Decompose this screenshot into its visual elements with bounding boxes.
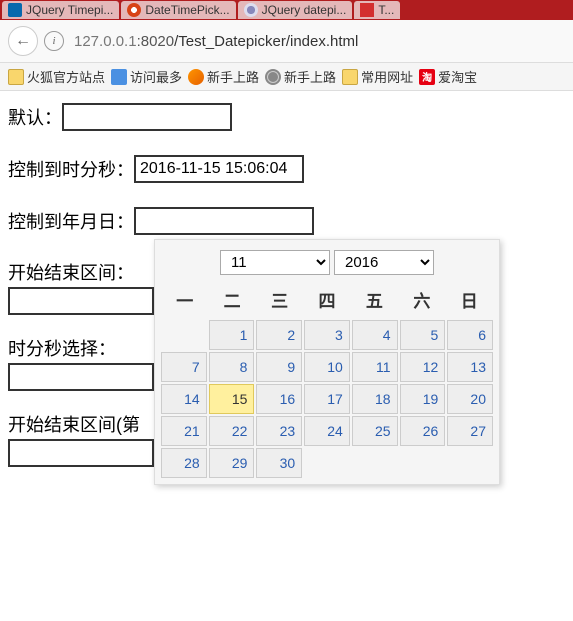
bookmark-icon: 淘 (419, 69, 435, 85)
day-cell[interactable]: 3 (304, 320, 350, 350)
url-bar[interactable]: 127.0.0.1:8020/Test_Datepicker/index.htm… (70, 29, 565, 54)
bookmark-label: 访问最多 (130, 67, 182, 86)
day-cell[interactable]: 2 (256, 320, 302, 350)
bookmark-item[interactable]: 新手上路 (188, 67, 259, 86)
hms-input[interactable] (134, 155, 304, 183)
day-cell[interactable]: 17 (304, 384, 350, 414)
browser-tabs: JQuery Timepi... DateTimePick... JQuery da… (0, 0, 573, 20)
day-cell[interactable]: 27 (447, 416, 493, 446)
tab-favicon-icon (244, 3, 258, 17)
tab-label: DateTimePick... (145, 3, 229, 17)
browser-tab[interactable]: T... (354, 1, 400, 19)
day-cell[interactable]: 15 (209, 384, 255, 414)
weekday-cell: 五 (351, 287, 398, 312)
day-cell-empty (304, 448, 350, 478)
day-cell[interactable]: 23 (256, 416, 302, 446)
tab-label: T... (378, 3, 394, 17)
bookmark-icon (111, 69, 127, 85)
bookmark-label: 常用网址 (361, 67, 413, 86)
tab-label: JQuery datepi... (262, 3, 347, 17)
datepicker-header: 11 2016 (161, 246, 493, 283)
day-cell[interactable]: 6 (447, 320, 493, 350)
day-cell[interactable]: 7 (161, 352, 207, 382)
day-cell[interactable]: 11 (352, 352, 398, 382)
bookmark-label: 新手上路 (284, 67, 336, 86)
day-cell[interactable]: 25 (352, 416, 398, 446)
day-cell[interactable]: 12 (400, 352, 446, 382)
bookmark-label: 火狐官方站点 (27, 67, 105, 86)
hms-label: 控制到时分秒： (8, 156, 134, 182)
bookmark-item[interactable]: 常用网址 (342, 67, 413, 86)
day-cell[interactable]: 29 (209, 448, 255, 478)
weekday-cell: 二 (208, 287, 255, 312)
url-path: /Test_Datepicker/index.html (174, 33, 358, 50)
tab-favicon-icon (127, 3, 141, 17)
weekday-row: 一二三四五六日 (161, 283, 493, 320)
day-cell-empty (352, 448, 398, 478)
day-cell[interactable]: 30 (256, 448, 302, 478)
default-input[interactable] (62, 103, 232, 131)
bookmark-item[interactable]: 新手上路 (265, 67, 336, 86)
hms-select-input[interactable] (8, 363, 154, 391)
bookmark-icon (8, 69, 24, 85)
browser-tab[interactable]: JQuery Timepi... (2, 1, 119, 19)
ymd-input[interactable] (134, 207, 314, 235)
url-port: :8020 (137, 33, 175, 50)
bookmark-label: 新手上路 (207, 67, 259, 86)
range2-input[interactable] (8, 439, 154, 467)
browser-tab[interactable]: DateTimePick... (121, 1, 235, 19)
site-info-icon[interactable]: i (44, 31, 64, 51)
bookmark-item[interactable]: 火狐官方站点 (8, 67, 105, 86)
year-select[interactable]: 2016 (334, 250, 434, 275)
day-cell[interactable]: 5 (400, 320, 446, 350)
day-cell-empty (400, 448, 446, 478)
day-cell[interactable]: 10 (304, 352, 350, 382)
weekday-cell: 四 (303, 287, 350, 312)
url-host: 127.0.0.1 (74, 33, 137, 50)
day-cell[interactable]: 20 (447, 384, 493, 414)
bookmarks-bar: 火狐官方站点 访问最多 新手上路 新手上路 常用网址淘爱淘宝 (0, 63, 573, 91)
nav-bar: ← i 127.0.0.1:8020/Test_Datepicker/index… (0, 20, 573, 63)
bookmark-label: 爱淘宝 (438, 67, 477, 86)
bookmark-item[interactable]: 淘爱淘宝 (419, 67, 477, 86)
bookmark-item[interactable]: 访问最多 (111, 67, 182, 86)
day-cell[interactable]: 26 (400, 416, 446, 446)
ymd-label: 控制到年月日： (8, 208, 134, 234)
tab-label: JQuery Timepi... (26, 3, 113, 17)
day-cell[interactable]: 8 (209, 352, 255, 382)
day-grid: 1234567891011121314151617181920212223242… (161, 320, 493, 478)
day-cell[interactable]: 24 (304, 416, 350, 446)
browser-tab[interactable]: JQuery datepi... (238, 1, 353, 19)
day-cell[interactable]: 21 (161, 416, 207, 446)
page-content: 默认： 控制到时分秒： 控制到年月日： 开始结束区间： 时分秒选择： 开始结束区… (0, 91, 573, 499)
day-cell[interactable]: 22 (209, 416, 255, 446)
tab-favicon-icon (360, 3, 374, 17)
day-cell[interactable]: 18 (352, 384, 398, 414)
day-cell[interactable]: 13 (447, 352, 493, 382)
day-cell[interactable]: 9 (256, 352, 302, 382)
day-cell[interactable]: 14 (161, 384, 207, 414)
day-cell-empty (447, 448, 493, 478)
day-cell[interactable]: 4 (352, 320, 398, 350)
range1-input[interactable] (8, 287, 154, 315)
day-cell[interactable]: 19 (400, 384, 446, 414)
tab-favicon-icon (8, 3, 22, 17)
default-label: 默认： (8, 104, 62, 130)
weekday-cell: 三 (256, 287, 303, 312)
bookmark-icon (342, 69, 358, 85)
datepicker-popup: 11 2016 一二三四五六日 123456789101112131415161… (154, 239, 500, 485)
day-cell[interactable]: 28 (161, 448, 207, 478)
back-button[interactable]: ← (8, 26, 38, 56)
month-select[interactable]: 11 (220, 250, 330, 275)
weekday-cell: 六 (398, 287, 445, 312)
weekday-cell: 日 (446, 287, 493, 312)
day-cell-empty (161, 320, 207, 350)
day-cell[interactable]: 1 (209, 320, 255, 350)
day-cell[interactable]: 16 (256, 384, 302, 414)
weekday-cell: 一 (161, 287, 208, 312)
bookmark-icon (265, 69, 281, 85)
bookmark-icon (188, 69, 204, 85)
